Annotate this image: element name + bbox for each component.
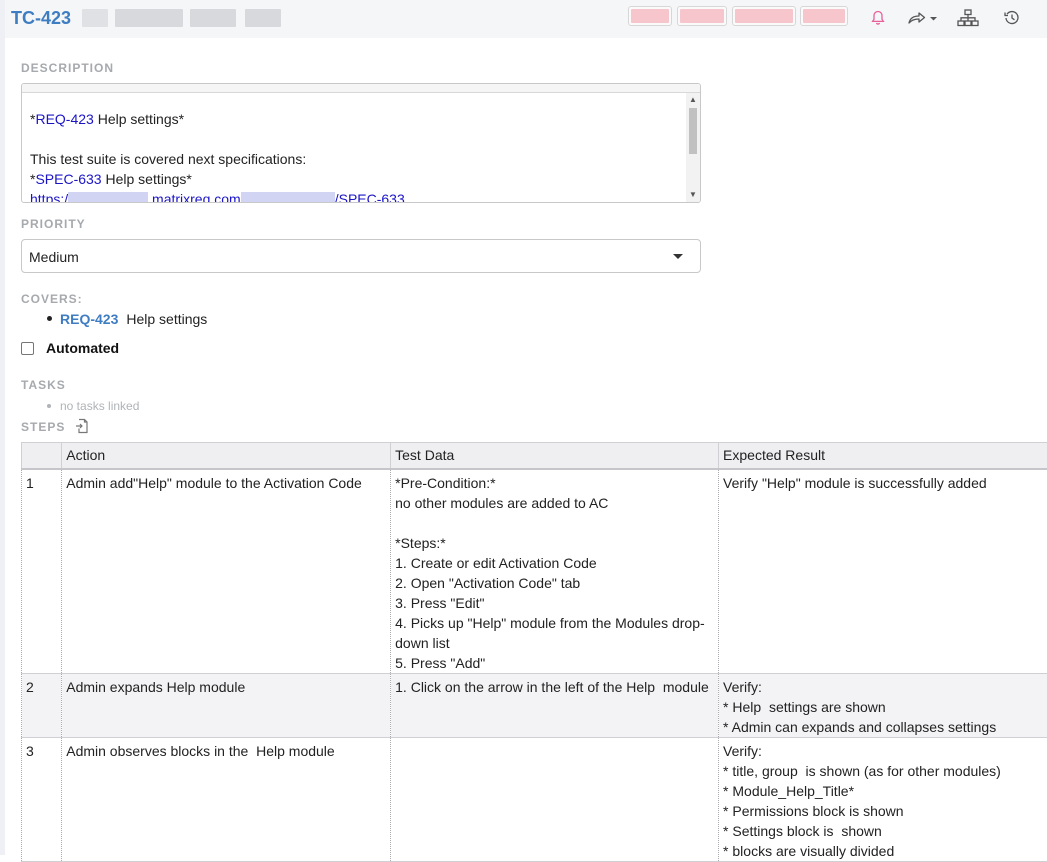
- automated-label: Automated: [46, 340, 119, 356]
- step-test-data[interactable]: 1. Click on the arrow in the left of the…: [391, 673, 719, 737]
- left-edge-bar: [0, 0, 5, 855]
- description-editor[interactable]: *REQ-423 Help settings* This test suite …: [21, 83, 701, 203]
- add-file-icon[interactable]: [74, 418, 90, 434]
- item-header: TC-423: [5, 0, 1047, 38]
- spec-url-link[interactable]: https:/ .matrixreq.com/SPEC-633: [30, 189, 680, 203]
- table-row[interactable]: 2 Admin expands Help module 1. Click on …: [22, 673, 1047, 737]
- priority-label: PRIORITY: [21, 217, 86, 231]
- automated-checkbox[interactable]: [21, 342, 34, 355]
- redacted-label: [680, 9, 724, 23]
- column-header-expected-result: Expected Result: [719, 443, 1047, 469]
- redacted-url: [68, 192, 148, 203]
- scroll-thumb[interactable]: [689, 108, 697, 154]
- header-label-button[interactable]: [628, 6, 672, 26]
- step-expected-result[interactable]: Verify "Help" module is successfully add…: [719, 469, 1047, 674]
- column-header-test-data: Test Data: [391, 443, 719, 469]
- covers-label: COVERS:: [21, 292, 83, 306]
- step-expected-result[interactable]: Verify: * Help settings are shown * Admi…: [719, 673, 1047, 737]
- item-id: TC-423: [11, 8, 71, 29]
- step-expected-result[interactable]: Verify: * title, group is shown (as for …: [719, 737, 1047, 861]
- chevron-down-icon: [673, 254, 683, 259]
- text: Help settings*: [102, 171, 192, 187]
- req-link[interactable]: REQ-423: [35, 111, 93, 127]
- bullet: [47, 316, 52, 321]
- steps-label: STEPS: [21, 420, 65, 434]
- description-scrollbar[interactable]: ▲ ▼: [686, 93, 700, 203]
- url-part: .matrixreq.com: [148, 191, 241, 203]
- step-test-data[interactable]: [391, 737, 719, 861]
- share-icon[interactable]: [907, 8, 941, 28]
- url-part: /SPEC-633: [335, 191, 405, 203]
- url-part: https:/: [30, 191, 68, 203]
- automated-row: Automated: [21, 340, 119, 356]
- table-header-row: Action Test Data Expected Result: [22, 443, 1047, 469]
- tasks-empty-text: no tasks linked: [60, 399, 139, 413]
- table-row[interactable]: 3 Admin observes blocks in the Help modu…: [22, 737, 1047, 861]
- step-test-data[interactable]: *Pre-Condition:* no other modules are ad…: [391, 469, 719, 674]
- step-number: 3: [22, 737, 62, 861]
- covers-req-link[interactable]: REQ-423: [60, 311, 118, 327]
- editor-toolbar: [22, 84, 700, 93]
- item-title-redacted: [82, 9, 108, 27]
- covers-req-title: Help settings: [126, 311, 207, 327]
- steps-table: Action Test Data Expected Result 1 Admin…: [21, 442, 1047, 862]
- redacted-url: [241, 192, 335, 203]
- covers-list-item: REQ-423 Help settings: [47, 311, 207, 327]
- desc-line: This test suite is covered next specific…: [30, 149, 680, 169]
- item-title-redacted: [245, 9, 281, 27]
- step-number: 1: [22, 469, 62, 674]
- tasks-label: TASKS: [21, 378, 66, 392]
- redacted-label: [735, 9, 793, 23]
- item-title-redacted: [115, 9, 183, 27]
- step-number: 2: [22, 673, 62, 737]
- spec-link[interactable]: SPEC-633: [35, 171, 101, 187]
- column-header-action: Action: [62, 443, 391, 469]
- tasks-empty-item: no tasks linked: [47, 399, 139, 413]
- text: Help settings*: [94, 111, 184, 127]
- description-label: DESCRIPTION: [21, 61, 114, 75]
- header-label-button[interactable]: [732, 6, 796, 26]
- item-title-redacted: [190, 9, 236, 27]
- priority-select[interactable]: Medium: [21, 239, 701, 273]
- bell-icon[interactable]: [867, 8, 889, 28]
- scroll-up-icon[interactable]: ▲: [689, 96, 697, 104]
- column-header-number: [22, 443, 62, 469]
- step-action[interactable]: Admin observes blocks in the Help module: [62, 737, 391, 861]
- header-label-button[interactable]: [800, 6, 848, 26]
- hierarchy-icon[interactable]: [957, 8, 979, 28]
- scroll-down-icon[interactable]: ▼: [689, 191, 697, 199]
- header-label-button[interactable]: [677, 6, 727, 26]
- bullet: [47, 404, 51, 408]
- description-content: *REQ-423 Help settings* This test suite …: [30, 109, 680, 203]
- priority-value: Medium: [29, 249, 79, 265]
- history-icon[interactable]: [1001, 8, 1023, 28]
- redacted-label: [803, 9, 845, 23]
- step-action[interactable]: Admin add"Help" module to the Activation…: [62, 469, 391, 674]
- table-row[interactable]: 1 Admin add"Help" module to the Activati…: [22, 469, 1047, 674]
- redacted-label: [631, 9, 669, 23]
- step-action[interactable]: Admin expands Help module: [62, 673, 391, 737]
